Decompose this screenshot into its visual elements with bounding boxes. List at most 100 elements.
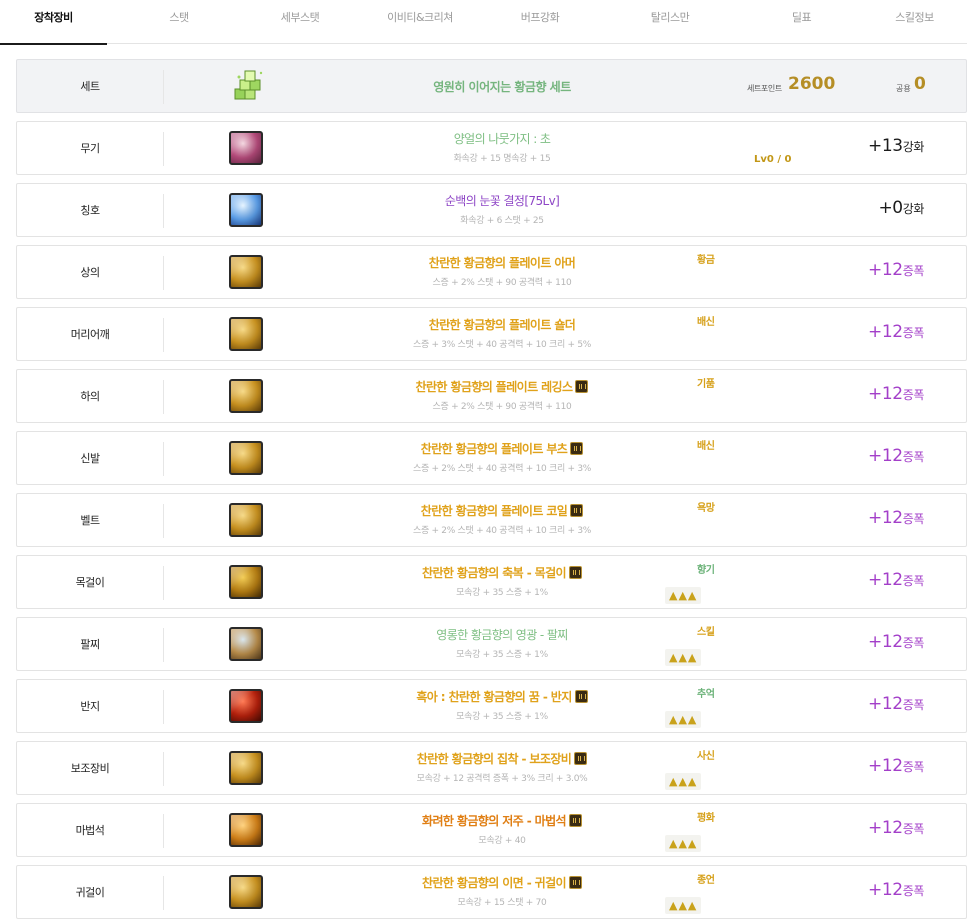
divider bbox=[163, 442, 164, 476]
item-name[interactable]: 찬란한 황금향의 플레이트 레깅스 bbox=[277, 378, 727, 395]
slot-label: 귀걸이 bbox=[75, 886, 105, 899]
item-stats: 모속강 + 35 스증 + 1% bbox=[456, 712, 548, 722]
enhance-suffix: 증폭 bbox=[902, 264, 925, 278]
item-icon[interactable] bbox=[229, 875, 263, 909]
tab-4[interactable]: 버프강화 bbox=[480, 0, 600, 44]
item-name-text: 찬란한 황금향의 플레이트 숄더 bbox=[428, 318, 576, 332]
item-name[interactable]: 찬란한 황금향의 플레이트 아머 bbox=[277, 254, 727, 271]
tab-2[interactable]: 세부스탯 bbox=[240, 0, 360, 44]
item-icon[interactable] bbox=[229, 751, 263, 785]
grade-badge-icon bbox=[568, 814, 582, 827]
enchant-tag: 황금 bbox=[697, 255, 715, 266]
item-name[interactable]: 찬란한 황금향의 플레이트 코일 bbox=[277, 502, 727, 519]
item-stats: 화속강 + 15 명속강 + 15 bbox=[453, 154, 551, 164]
item-name[interactable]: 찬란한 황금향의 플레이트 숄더 bbox=[277, 316, 727, 333]
grade-badge-icon bbox=[575, 380, 589, 393]
item-name-text: 화려한 황금향의 저주 - 마법석 bbox=[422, 814, 567, 828]
item-name[interactable]: 찬란한 황금향의 집착 - 보조장비 bbox=[277, 750, 727, 767]
enhance-value: +12 bbox=[868, 384, 903, 404]
item-name[interactable]: 양얼의 나뭇가지 : 초 bbox=[277, 130, 727, 147]
enhance-suffix: 강화 bbox=[902, 140, 925, 154]
item-icon[interactable] bbox=[229, 813, 263, 847]
set-point-value: 2600 bbox=[788, 74, 836, 94]
equipment-row[interactable]: 마법석 화려한 황금향의 저주 - 마법석 모속강 + 40 평화 ▲▲▲ +12증폭 bbox=[16, 803, 967, 857]
enhance-level: +12증폭 bbox=[868, 694, 924, 714]
tab-0[interactable]: 장착장비 bbox=[0, 0, 107, 45]
tab-6[interactable]: 딜표 bbox=[741, 0, 862, 44]
equipment-row[interactable]: 반지 흑아 : 찬란한 황금향의 꿈 - 반지 모속강 + 35 스증 + 1% 추억… bbox=[16, 679, 967, 733]
slot-label: 신발 bbox=[80, 452, 100, 465]
enhance-value: +12 bbox=[868, 694, 903, 714]
tab-7[interactable]: 스킬정보 bbox=[862, 0, 967, 44]
enhance-suffix: 증폭 bbox=[902, 698, 925, 712]
item-name[interactable]: 흑아 : 찬란한 황금향의 꿈 - 반지 bbox=[277, 688, 727, 705]
enhance-level: +13강화 bbox=[868, 136, 924, 156]
item-icon[interactable] bbox=[229, 317, 263, 351]
equipment-row[interactable]: 머리어깨 찬란한 황금향의 플레이트 숄더 스증 + 3% 스탯 + 40 공격력 … bbox=[16, 307, 967, 361]
item-icon[interactable] bbox=[229, 255, 263, 289]
equipment-row[interactable]: 벨트 찬란한 황금향의 플레이트 코일 스증 + 2% 스탯 + 40 공격력 + … bbox=[16, 493, 967, 547]
triangle-icons: ▲▲▲ bbox=[665, 649, 702, 666]
item-icon[interactable] bbox=[229, 193, 263, 227]
enhance-value: +12 bbox=[868, 260, 903, 280]
item-icon[interactable] bbox=[229, 131, 263, 165]
set-row[interactable]: 세트 영원히 이어지는 황금향 세트 세트포인트 2600 공용 0 bbox=[16, 59, 967, 113]
item-icon[interactable] bbox=[229, 503, 263, 537]
item-stats: 스증 + 2% 스탯 + 90 공격력 + 110 bbox=[432, 402, 572, 412]
enhance-value: +12 bbox=[868, 632, 903, 652]
grade-badge-icon bbox=[570, 442, 584, 455]
enchant-tag: 사신 bbox=[697, 751, 715, 762]
tab-1[interactable]: 스탯 bbox=[119, 0, 239, 44]
divider bbox=[163, 132, 164, 166]
set-name[interactable]: 영원히 이어지는 황금향 세트 bbox=[277, 78, 727, 95]
item-stats: 화속강 + 6 스탯 + 25 bbox=[460, 216, 544, 226]
item-name[interactable]: 화려한 황금향의 저주 - 마법석 bbox=[277, 812, 727, 829]
item-name[interactable]: 찬란한 황금향의 이면 - 귀걸이 bbox=[277, 874, 727, 891]
enhance-level: +12증폭 bbox=[868, 756, 924, 776]
item-name-text: 찬란한 황금향의 축복 - 목걸이 bbox=[422, 566, 567, 580]
item-stats: 모속강 + 40 bbox=[478, 836, 526, 846]
enchant-tag: 스킬 bbox=[697, 627, 715, 638]
set-slot-label: 세트 bbox=[80, 80, 100, 93]
equipment-row[interactable]: 목걸이 찬란한 황금향의 축복 - 목걸이 모속강 + 35 스증 + 1% 향기 ▲▲… bbox=[16, 555, 967, 609]
equipment-row[interactable]: 하의 찬란한 황금향의 플레이트 레깅스스증 + 2% 스탯 + 90 공격력 +… bbox=[16, 369, 967, 423]
tab-3[interactable]: 이비티&크리쳐 bbox=[360, 0, 480, 44]
item-icon[interactable] bbox=[229, 689, 263, 723]
equipment-row[interactable]: 상의 찬란한 황금향의 플레이트 아머 스증 + 2% 스탯 + 90 공격력 + … bbox=[16, 245, 967, 299]
triangle-icons: ▲▲▲ bbox=[665, 773, 702, 790]
item-name[interactable]: 순백의 눈꽃 결정[75Lv] bbox=[277, 192, 727, 209]
enhance-suffix: 증폭 bbox=[902, 512, 925, 526]
item-icon[interactable] bbox=[229, 379, 263, 413]
item-name[interactable]: 영롱한 황금향의 영광 - 팔찌 bbox=[277, 626, 727, 643]
divider bbox=[163, 566, 164, 600]
grade-badge-icon bbox=[570, 504, 584, 517]
item-icon[interactable] bbox=[229, 627, 263, 661]
enhance-value: +12 bbox=[868, 570, 903, 590]
item-icon[interactable] bbox=[229, 441, 263, 475]
equipment-tabs: 장착장비 스탯 세부스탯 이비티&크리쳐 버프강화 탈리스만 딜표 스킬정보 bbox=[0, 0, 967, 45]
equipment-row[interactable]: 칭호 순백의 눈꽃 결정[75Lv] 화속강 + 6 스탯 + 25 +0강화 bbox=[16, 183, 967, 237]
triangle-icons: ▲▲▲ bbox=[665, 711, 702, 728]
enhance-suffix: 증폭 bbox=[902, 822, 925, 836]
set-common-label: 공용 bbox=[896, 84, 911, 93]
item-name-text: 찬란한 황금향의 이면 - 귀걸이 bbox=[422, 876, 567, 890]
enhance-level: +12증폭 bbox=[868, 260, 924, 280]
slot-label: 머리어깨 bbox=[70, 328, 110, 341]
equipment-row[interactable]: 팔찌 영롱한 황금향의 영광 - 팔찌 모속강 + 35 스증 + 1% 스킬 ▲▲▲ +… bbox=[16, 617, 967, 671]
enchant-tag: 평화 bbox=[697, 813, 715, 824]
slot-label: 하의 bbox=[80, 390, 100, 403]
equipment-row[interactable]: 보조장비 찬란한 황금향의 집착 - 보조장비 모속강 + 12 공격력 증폭 + … bbox=[16, 741, 967, 795]
tab-5[interactable]: 탈리스만 bbox=[600, 0, 740, 44]
equipment-row[interactable]: 신발 찬란한 황금향의 플레이트 부츠 스증 + 2% 스탯 + 40 공격력 + … bbox=[16, 431, 967, 485]
equipment-row[interactable]: 귀걸이 찬란한 황금향의 이면 - 귀걸이 모속강 + 15 스탯 + 70 종언 ▲▲… bbox=[16, 865, 967, 919]
enhance-value: +12 bbox=[868, 880, 903, 900]
divider bbox=[163, 318, 164, 352]
item-name[interactable]: 찬란한 황금향의 축복 - 목걸이 bbox=[277, 564, 727, 581]
item-icon[interactable] bbox=[229, 565, 263, 599]
divider bbox=[163, 194, 164, 228]
slot-label: 목걸이 bbox=[75, 576, 105, 589]
item-name-text: 찬란한 황금향의 플레이트 레깅스 bbox=[415, 380, 574, 394]
item-name-text: 양얼의 나뭇가지 : 초 bbox=[453, 132, 551, 146]
equipment-row[interactable]: 무기 양얼의 나뭇가지 : 초 화속강 + 15 명속강 + 15 Lv0 / 0 +1… bbox=[16, 121, 967, 175]
item-name[interactable]: 찬란한 황금향의 플레이트 부츠 bbox=[277, 440, 727, 457]
